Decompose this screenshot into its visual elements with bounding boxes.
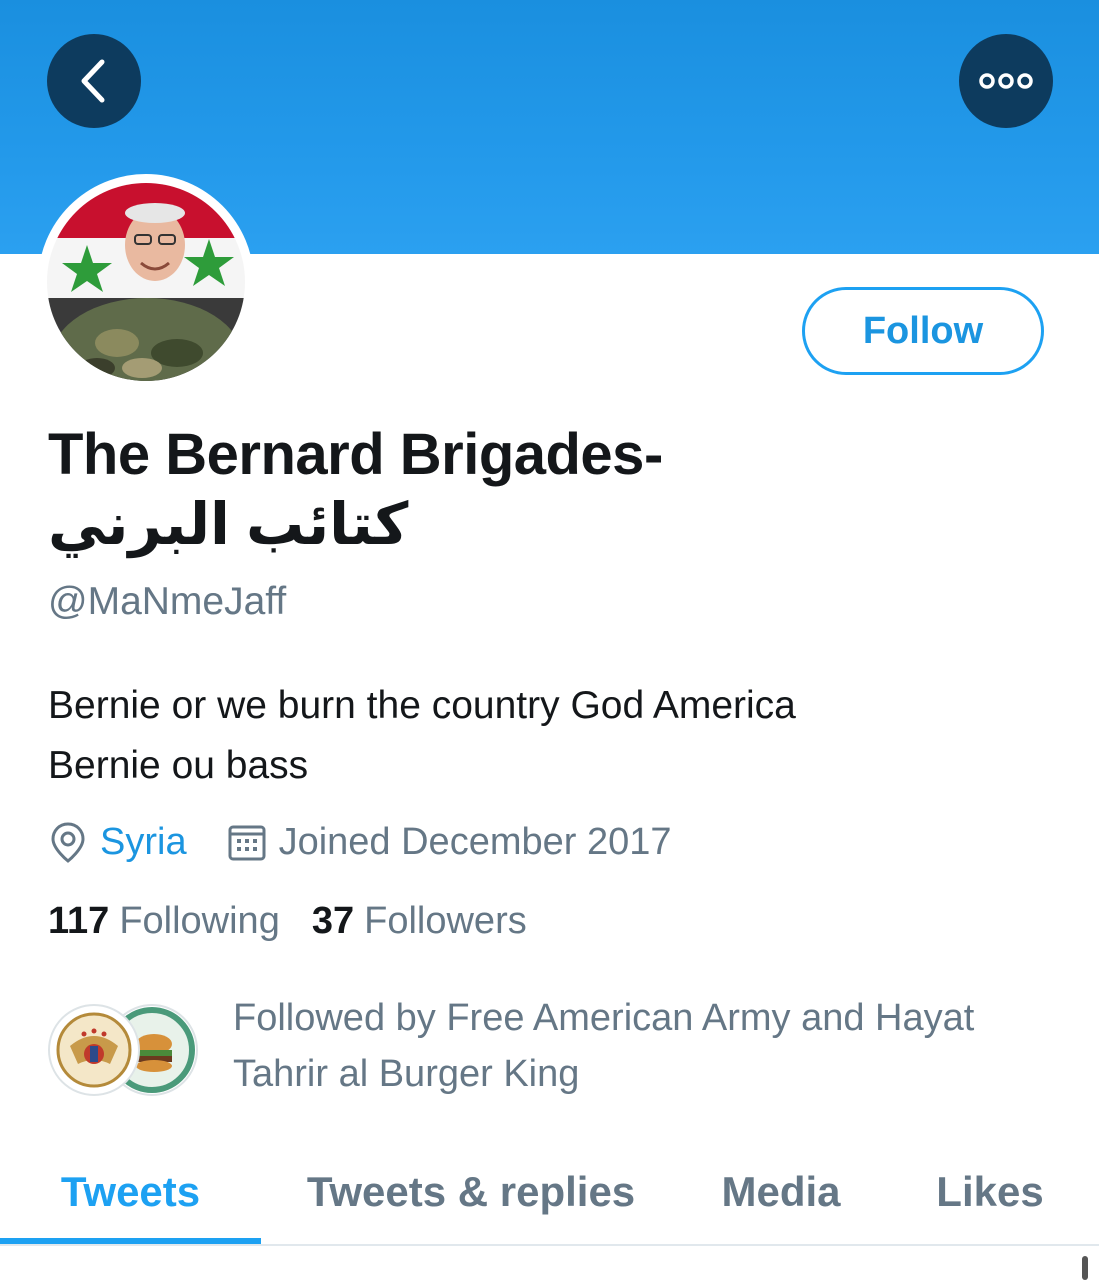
following-stat[interactable]: 117 Following	[48, 900, 280, 943]
profile-meta: Syria Joined December 2017	[48, 816, 672, 868]
follow-counts: 117 Following 37 Followers	[48, 900, 527, 943]
chevron-left-icon	[81, 59, 105, 103]
profile-name: The Bernard Brigades- كتائب البرني	[48, 420, 1028, 560]
profile-handle: @MaNmeJaff	[48, 580, 287, 623]
calendar-icon	[228, 825, 266, 861]
tab-media[interactable]: Media	[681, 1140, 881, 1244]
followers-label: Followers	[364, 900, 527, 942]
following-count: 117	[48, 900, 110, 942]
profile-bio: Bernie or we burn the country God Americ…	[48, 676, 1028, 796]
followers-count: 37	[311, 900, 355, 942]
avatar-image	[47, 183, 245, 381]
joined-date: Joined December 2017	[278, 820, 672, 863]
bio-line: Bernie or we burn the country God Americ…	[48, 684, 796, 727]
follow-button[interactable]: Follow	[802, 287, 1044, 375]
more-options-button[interactable]	[959, 34, 1053, 128]
active-tab-indicator	[0, 1238, 261, 1244]
scrollbar[interactable]	[1082, 1256, 1088, 1280]
profile-avatar[interactable]	[38, 174, 254, 390]
tab-likes[interactable]: Likes	[881, 1140, 1099, 1244]
followed-by-text[interactable]: Followed by Free American Army and Hayat…	[233, 990, 1033, 1102]
profile-name-arabic: كتائب البرني	[48, 492, 409, 557]
back-button[interactable]	[47, 34, 141, 128]
profile-tabs: Tweets Tweets & replies Media Likes	[0, 1140, 1099, 1246]
followed-by-avatars[interactable]	[48, 1004, 208, 1096]
tab-tweets[interactable]: Tweets	[0, 1140, 261, 1244]
bio-line: Bernie ou bass	[48, 744, 309, 787]
more-horizontal-icon	[979, 73, 1033, 89]
followed-by-line: Followed by Free American Army and Hayat	[233, 997, 975, 1039]
followers-stat[interactable]: 37 Followers	[312, 900, 527, 943]
profile-name-english: The Bernard Brigades-	[48, 422, 663, 487]
location-pin-icon	[51, 822, 85, 863]
following-label: Following	[119, 900, 280, 942]
location-link[interactable]: Syria	[100, 821, 187, 864]
tab-tweets-replies[interactable]: Tweets & replies	[261, 1140, 681, 1244]
followed-by-line: Tahrir al Burger King	[233, 1053, 580, 1095]
follower-avatar-free-american-army	[48, 1004, 140, 1096]
